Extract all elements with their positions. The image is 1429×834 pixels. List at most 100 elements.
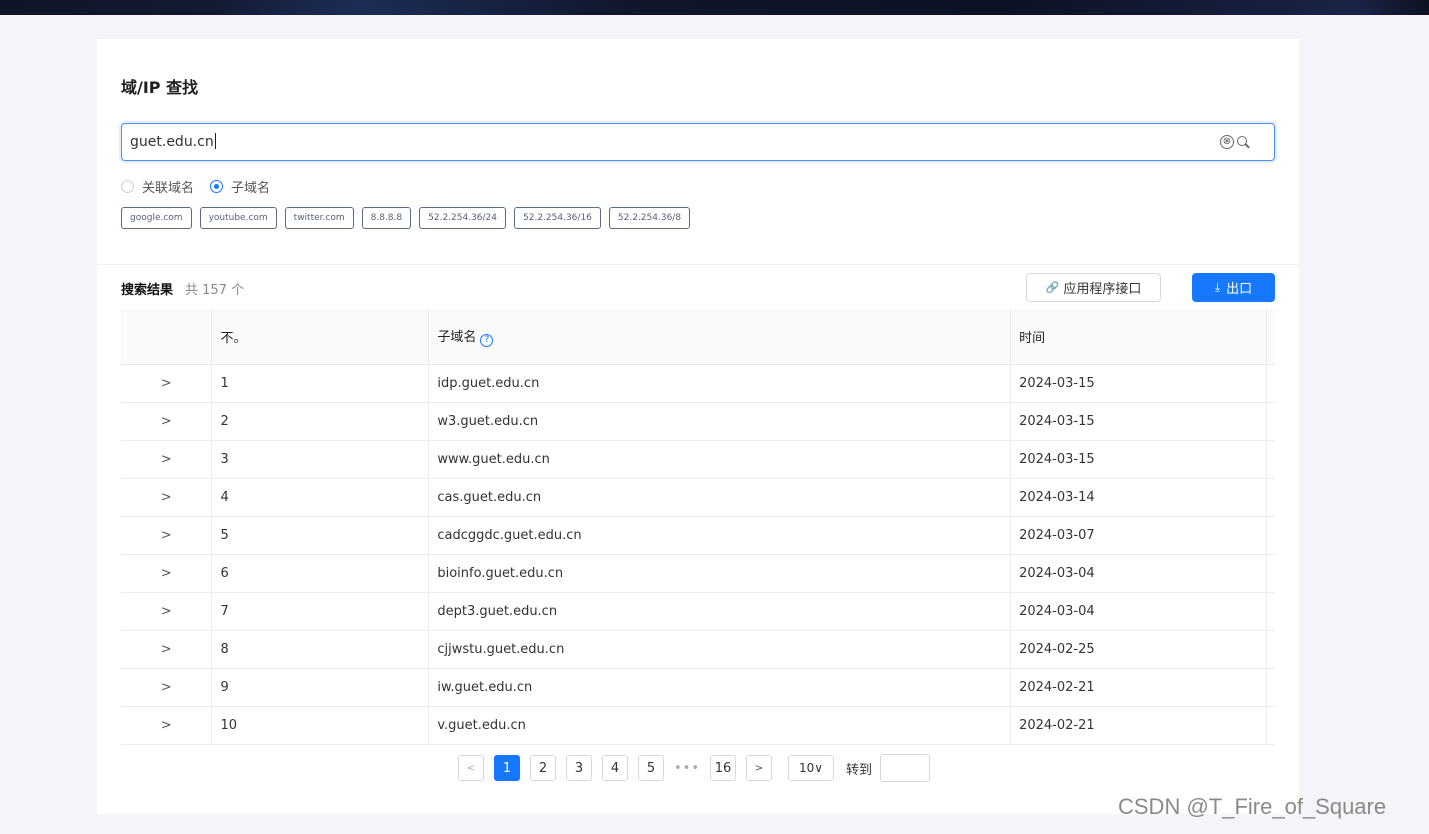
radio-label: 子域名 [231, 181, 271, 196]
row-no: 3 [211, 440, 430, 479]
section-divider [97, 264, 1299, 265]
row-subdomain: bioinfo.guet.edu.cn [428, 554, 1012, 593]
scrollbar-gutter [1266, 668, 1275, 707]
row-subdomain: cjjwstu.guet.edu.cn [428, 630, 1012, 669]
page-button-last[interactable]: 16 [710, 755, 736, 781]
clear-icon[interactable]: ⊗ [1220, 135, 1234, 149]
expand-row-button[interactable]: > [121, 592, 213, 631]
page-button-2[interactable]: 2 [530, 755, 556, 781]
table-row: >1 idp.guet.edu.cn 2024-03-15 [121, 364, 1275, 403]
row-no: 5 [211, 516, 430, 555]
radio-label: 关联域名 [142, 181, 195, 196]
scrollbar-gutter [1266, 364, 1275, 403]
radio-checked-icon[interactable] [210, 180, 224, 193]
next-page-button[interactable]: > [746, 755, 772, 781]
row-time: 2024-03-15 [1010, 440, 1267, 479]
main-card: 域/IP 查找 guet.edu.cn ⊗ 关联域名 子域名 google.co… [97, 39, 1299, 814]
search-input[interactable]: guet.edu.cn [130, 133, 216, 150]
export-button[interactable]: ⤓ 出口 [1192, 273, 1275, 302]
radio-unchecked-icon[interactable] [121, 180, 134, 193]
quick-tag-cidr-24[interactable]: 52.2.254.36/24 [419, 207, 507, 229]
results-title: 搜索结果 [121, 283, 174, 298]
row-time: 2024-03-04 [1010, 554, 1267, 593]
row-time: 2024-02-21 [1010, 706, 1267, 745]
row-no: 2 [211, 402, 430, 441]
row-time: 2024-03-14 [1010, 478, 1267, 517]
row-subdomain: iw.guet.edu.cn [428, 668, 1012, 707]
quick-tag-google[interactable]: google.com [121, 207, 192, 229]
scrollbar-gutter [1266, 440, 1275, 479]
radio-related-domain[interactable]: 关联域名 [121, 177, 194, 196]
prev-page-button[interactable]: < [458, 755, 484, 781]
quick-tag-dns[interactable]: 8.8.8.8 [361, 207, 412, 229]
page-ellipsis[interactable]: ••• [674, 755, 700, 781]
row-time: 2024-03-04 [1010, 592, 1267, 631]
expand-row-button[interactable]: > [121, 364, 213, 403]
table-row: >6 bioinfo.guet.edu.cn 2024-03-04 [121, 554, 1275, 593]
scrollbar-gutter [1266, 309, 1275, 365]
page-title: 域/IP 查找 [121, 78, 199, 97]
row-time: 2024-02-21 [1010, 668, 1267, 707]
pagination: < 1 2 3 4 5 ••• 16 > 10∨ 转到 [458, 754, 931, 782]
api-button-label: 应用程序接口 [1063, 282, 1142, 297]
page-button-5[interactable]: 5 [638, 755, 664, 781]
page-size-select[interactable]: 10∨ [788, 755, 834, 781]
quick-tag-cidr-16[interactable]: 52.2.254.36/16 [514, 207, 601, 229]
search-icon[interactable] [1236, 135, 1250, 149]
help-icon[interactable]: ? [480, 333, 494, 347]
expand-row-button[interactable]: > [121, 554, 213, 593]
radio-subdomain[interactable]: 子域名 [210, 177, 270, 196]
scrollbar-gutter [1266, 630, 1275, 669]
page-button-4[interactable]: 4 [602, 755, 628, 781]
scrollbar-gutter [1266, 478, 1275, 517]
quick-tags: google.com youtube.com twitter.com 8.8.8… [121, 207, 698, 229]
row-no: 6 [211, 554, 430, 593]
row-subdomain: w3.guet.edu.cn [428, 402, 1012, 441]
watermark: CSDN @T_Fire_of_Square [1118, 794, 1387, 819]
page-button-3[interactable]: 3 [566, 755, 592, 781]
search-mode-radio-group: 关联域名 子域名 [121, 177, 286, 196]
row-subdomain: cas.guet.edu.cn [428, 478, 1012, 517]
expand-row-button[interactable]: > [121, 630, 213, 669]
quick-tag-cidr-8[interactable]: 52.2.254.36/8 [608, 207, 691, 229]
row-no: 7 [211, 592, 430, 631]
scrollbar-gutter [1266, 554, 1275, 593]
scrollbar-gutter [1266, 402, 1275, 441]
expand-row-button[interactable]: > [121, 440, 213, 479]
table-row: >8 cjjwstu.guet.edu.cn 2024-02-25 [121, 630, 1275, 669]
expand-row-button[interactable]: > [121, 706, 213, 745]
top-banner [0, 0, 1429, 15]
search-box[interactable]: guet.edu.cn ⊗ [121, 123, 1275, 161]
row-subdomain: dept3.guet.edu.cn [428, 592, 1012, 631]
row-subdomain: cadcggdc.guet.edu.cn [428, 516, 1012, 555]
row-time: 2024-03-15 [1010, 364, 1267, 403]
table-row: >2 w3.guet.edu.cn 2024-03-15 [121, 402, 1275, 441]
quick-tag-twitter[interactable]: twitter.com [284, 207, 354, 229]
table-row: >7 dept3.guet.edu.cn 2024-03-04 [121, 592, 1275, 631]
goto-page-input[interactable] [880, 754, 931, 782]
results-count: 共 157 个 [185, 283, 245, 298]
table-row: >4 cas.guet.edu.cn 2024-03-14 [121, 478, 1275, 517]
api-button[interactable]: 🔗 应用程序接口 [1026, 273, 1161, 302]
expand-row-button[interactable]: > [121, 668, 213, 707]
row-no: 4 [211, 478, 430, 517]
results-table: 不。 子域名? 时间 >1 idp.guet.edu.cn 2024-03-15 >… [121, 309, 1275, 745]
column-header-no: 不。 [211, 309, 430, 365]
export-button-label: 出口 [1226, 282, 1253, 297]
table-row: >9 iw.guet.edu.cn 2024-02-21 [121, 668, 1275, 707]
scrollbar-gutter [1266, 516, 1275, 555]
column-header-time: 时间 [1010, 309, 1267, 365]
row-time: 2024-03-07 [1010, 516, 1267, 555]
quick-tag-youtube[interactable]: youtube.com [199, 207, 277, 229]
goto-label: 转到 [846, 762, 873, 778]
expand-row-button[interactable]: > [121, 402, 213, 441]
row-time: 2024-02-25 [1010, 630, 1267, 669]
row-no: 1 [211, 364, 430, 403]
row-time: 2024-03-15 [1010, 402, 1267, 441]
page-button-1[interactable]: 1 [494, 755, 520, 781]
expand-row-button[interactable]: > [121, 516, 213, 555]
expand-row-button[interactable]: > [121, 478, 213, 517]
link-icon: 🔗 [1045, 281, 1060, 294]
row-no: 9 [211, 668, 430, 707]
download-icon: ⤓ [1214, 280, 1221, 294]
